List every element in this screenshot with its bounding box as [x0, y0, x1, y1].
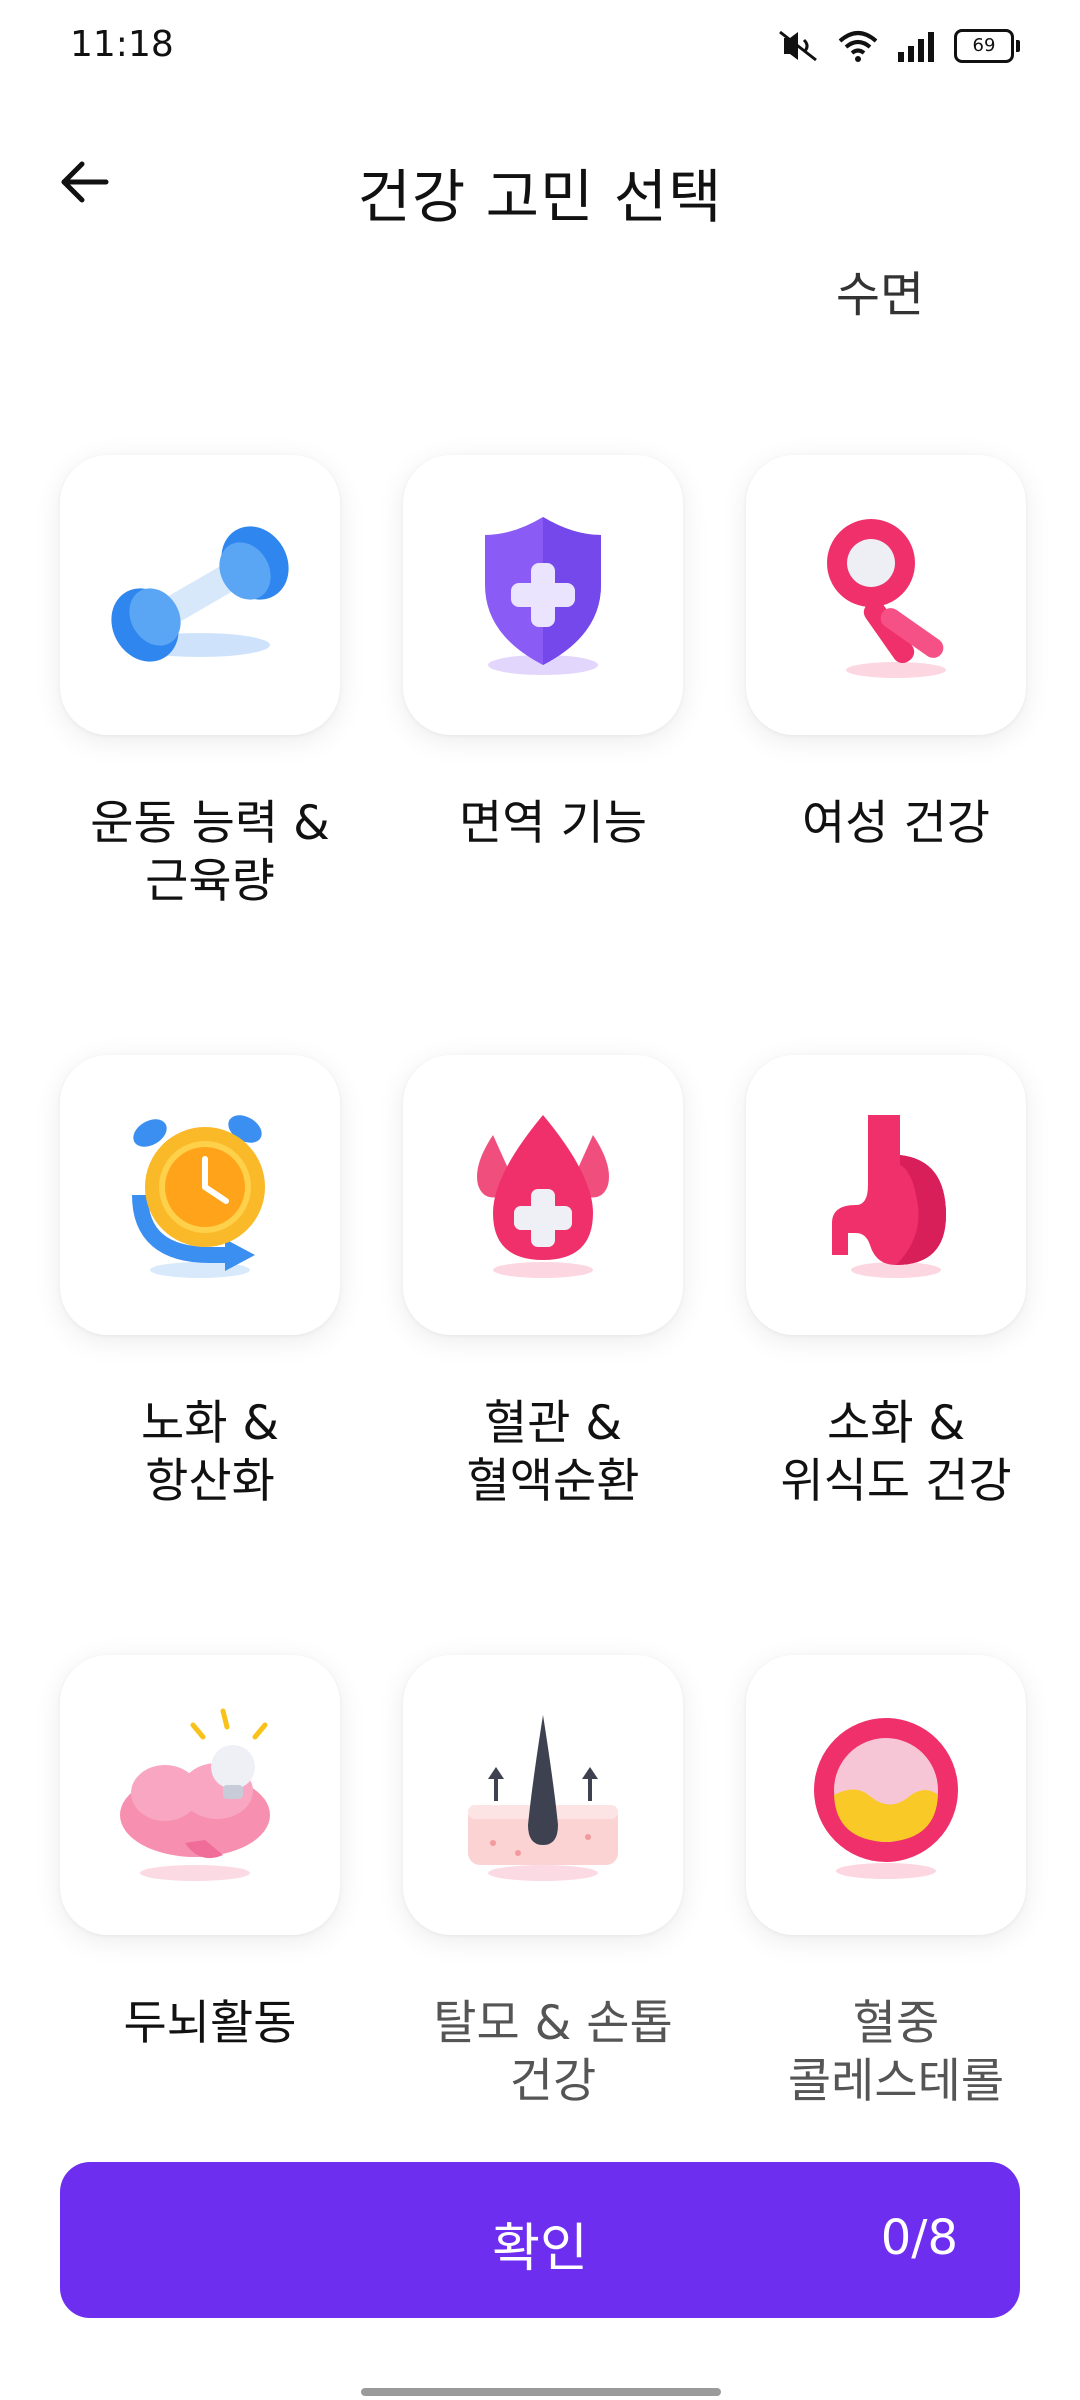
brain-bulb-icon — [120, 1708, 270, 1881]
home-indicator[interactable] — [361, 2388, 721, 2396]
header: 건강 고민 선택 — [0, 120, 1080, 240]
status-time: 11:18 — [70, 24, 174, 65]
status-bar: 11:18 69 — [0, 0, 1080, 96]
tile-card — [403, 1655, 683, 1935]
tile-label: 두뇌활동 — [123, 1996, 297, 2051]
tile-label: 소화 & 위식도 건강 — [780, 1396, 1012, 1509]
cholesterol-icon — [814, 1718, 958, 1879]
selection-count: 0/8 — [880, 2210, 958, 2266]
tile-card — [60, 1055, 340, 1335]
tile-hair-nails[interactable]: 탈모 & 손톱 건강 — [383, 1655, 723, 2111]
confirm-label: 확인 — [492, 2219, 588, 2279]
signal-icon — [898, 32, 934, 62]
tile-label: 혈중 콜레스테롤 — [787, 1996, 1005, 2109]
partial-item-label: 수면 — [835, 267, 925, 323]
tile-label: 면역 기능 — [459, 796, 647, 851]
tile-card — [60, 1655, 340, 1935]
tile-brain[interactable]: 두뇌활동 — [40, 1655, 380, 2053]
tile-blood-circulation[interactable]: 혈관 & 혈액순환 — [383, 1055, 723, 1511]
tile-digestion[interactable]: 소화 & 위식도 건강 — [726, 1055, 1066, 1511]
tile-womens-health[interactable]: 여성 건강 — [726, 455, 1066, 853]
battery-icon: 69 — [954, 29, 1020, 63]
female-symbol-icon — [827, 519, 946, 678]
battery-level: 69 — [972, 35, 996, 56]
tile-label: 혈관 & 혈액순환 — [466, 1396, 640, 1509]
tile-card — [60, 455, 340, 735]
status-icons: 69 — [776, 28, 1020, 64]
shield-plus-icon — [485, 517, 601, 675]
tile-label: 여성 건강 — [802, 796, 990, 851]
tile-cholesterol[interactable]: 혈중 콜레스테롤 — [726, 1655, 1066, 2111]
tile-card — [403, 1055, 683, 1335]
tile-card — [746, 1055, 1026, 1335]
blood-drop-icon — [477, 1115, 609, 1278]
tile-card — [746, 1655, 1026, 1935]
tile-card — [746, 455, 1026, 735]
tile-card — [403, 455, 683, 735]
confirm-button[interactable]: 확인 0/8 — [60, 2162, 1020, 2318]
hair-follicle-icon — [468, 1715, 618, 1881]
wifi-icon — [838, 31, 878, 62]
stomach-icon — [832, 1115, 946, 1278]
tile-aging[interactable]: 노화 & 항산화 — [40, 1055, 380, 1511]
mute-icon — [779, 30, 817, 62]
tile-label: 노화 & 항산화 — [140, 1396, 280, 1509]
tile-exercise[interactable]: 운동 능력 & 근육량 — [40, 455, 380, 911]
alarm-clock-icon — [132, 1115, 265, 1278]
tile-immunity[interactable]: 면역 기능 — [383, 455, 723, 853]
dumbbell-icon — [111, 526, 289, 662]
page-title: 건강 고민 선택 — [357, 163, 723, 231]
tile-label: 탈모 & 손톱 건강 — [433, 1996, 673, 2109]
tile-label: 운동 능력 & 근육량 — [90, 796, 330, 909]
